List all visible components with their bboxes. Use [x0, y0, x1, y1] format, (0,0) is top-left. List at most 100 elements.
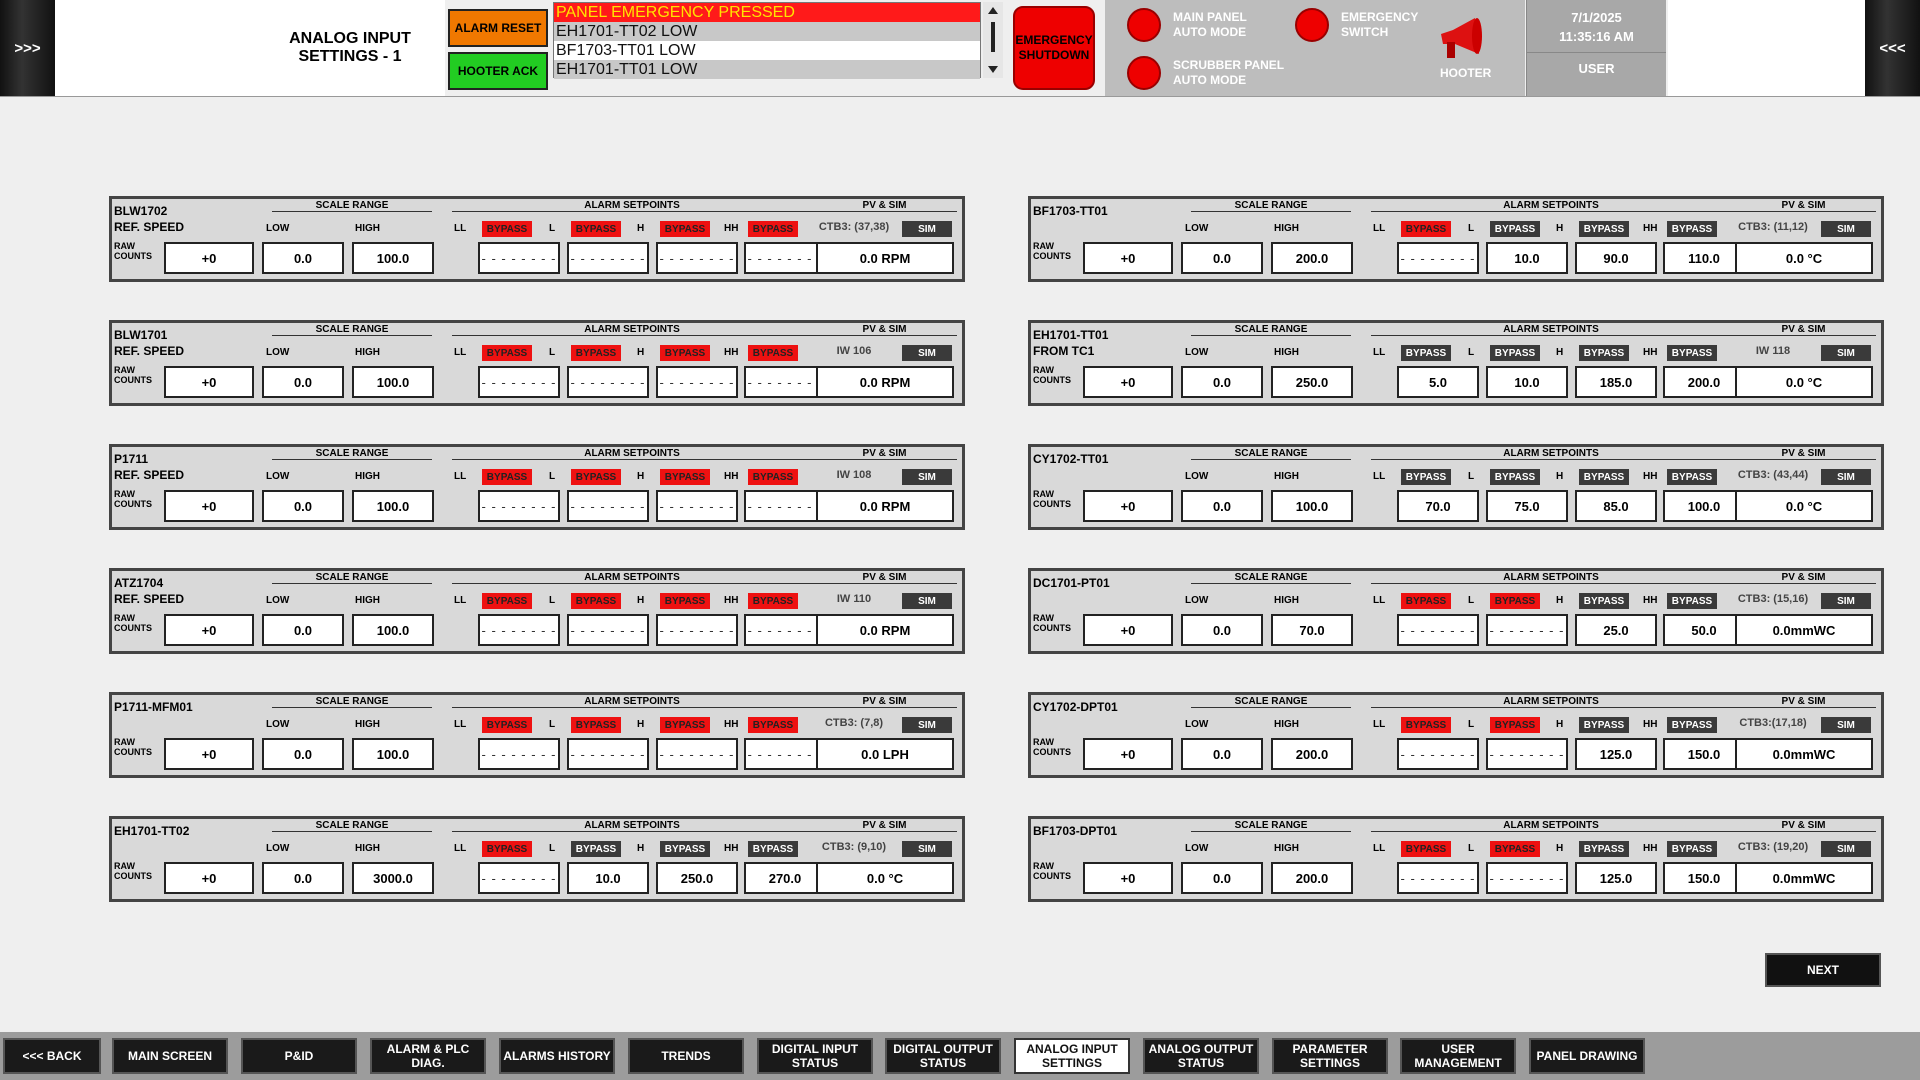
bypass-h-button[interactable]: BYPASS	[1579, 469, 1629, 485]
bypass-h-button[interactable]: BYPASS	[660, 717, 710, 733]
bypass-l-button[interactable]: BYPASS	[1490, 469, 1540, 485]
bypass-hh-button[interactable]: BYPASS	[1667, 841, 1717, 857]
nav-left-button[interactable]: >>>	[0, 0, 55, 96]
scale-low-input[interactable]: 0.0	[262, 614, 344, 646]
setpoint-hh-input[interactable]: - - - - - - - -	[744, 738, 826, 770]
setpoint-h-input[interactable]: 250.0	[656, 862, 738, 894]
setpoint-l-input[interactable]: 10.0	[1486, 366, 1568, 398]
setpoint-l-input[interactable]: - - - - - - - -	[1486, 862, 1568, 894]
scale-low-input[interactable]: 0.0	[262, 862, 344, 894]
bypass-ll-button[interactable]: BYPASS	[482, 717, 532, 733]
setpoint-h-input[interactable]: 185.0	[1575, 366, 1657, 398]
bypass-h-button[interactable]: BYPASS	[1579, 345, 1629, 361]
sim-button[interactable]: SIM	[902, 345, 952, 361]
bypass-hh-button[interactable]: BYPASS	[748, 221, 798, 237]
setpoint-h-input[interactable]: - - - - - - - -	[656, 242, 738, 274]
setpoint-ll-input[interactable]: - - - - - - - -	[478, 862, 560, 894]
sim-button[interactable]: SIM	[1821, 593, 1871, 609]
bypass-l-button[interactable]: BYPASS	[571, 841, 621, 857]
bypass-hh-button[interactable]: BYPASS	[748, 717, 798, 733]
sim-button[interactable]: SIM	[1821, 717, 1871, 733]
setpoint-ll-input[interactable]: - - - - - - - -	[1397, 738, 1479, 770]
bypass-h-button[interactable]: BYPASS	[1579, 717, 1629, 733]
scale-low-input[interactable]: 0.0	[1181, 862, 1263, 894]
alarm-row[interactable]: EH1701-TT02 LOW	[554, 22, 980, 41]
alarm-list[interactable]: PANEL EMERGENCY PRESSED EH1701-TT02 LOW …	[553, 2, 981, 79]
scale-high-input[interactable]: 100.0	[352, 242, 434, 274]
scale-high-input[interactable]: 100.0	[1271, 490, 1353, 522]
scale-high-input[interactable]: 200.0	[1271, 738, 1353, 770]
setpoint-hh-input[interactable]: 270.0	[744, 862, 826, 894]
scale-high-input[interactable]: 100.0	[352, 490, 434, 522]
bypass-l-button[interactable]: BYPASS	[571, 593, 621, 609]
scale-low-input[interactable]: 0.0	[262, 738, 344, 770]
setpoint-hh-input[interactable]: 150.0	[1663, 738, 1745, 770]
bypass-ll-button[interactable]: BYPASS	[1401, 717, 1451, 733]
bypass-ll-button[interactable]: BYPASS	[1401, 841, 1451, 857]
footer-nav-button[interactable]: DIGITAL OUTPUT STATUS	[885, 1038, 1001, 1074]
setpoint-h-input[interactable]: 125.0	[1575, 738, 1657, 770]
bypass-ll-button[interactable]: BYPASS	[1401, 469, 1451, 485]
setpoint-hh-input[interactable]: - - - - - - - -	[744, 490, 826, 522]
scale-high-input[interactable]: 100.0	[352, 738, 434, 770]
scale-low-input[interactable]: 0.0	[1181, 366, 1263, 398]
alarm-reset-button[interactable]: ALARM RESET	[448, 9, 548, 47]
bypass-h-button[interactable]: BYPASS	[1579, 221, 1629, 237]
scale-high-input[interactable]: 200.0	[1271, 862, 1353, 894]
scale-low-input[interactable]: 0.0	[1181, 614, 1263, 646]
setpoint-l-input[interactable]: 10.0	[567, 862, 649, 894]
setpoint-l-input[interactable]: - - - - - - - -	[567, 614, 649, 646]
bypass-h-button[interactable]: BYPASS	[1579, 841, 1629, 857]
bypass-l-button[interactable]: BYPASS	[571, 469, 621, 485]
setpoint-ll-input[interactable]: - - - - - - - -	[1397, 242, 1479, 274]
bypass-ll-button[interactable]: BYPASS	[1401, 593, 1451, 609]
scale-high-input[interactable]: 100.0	[352, 614, 434, 646]
alarm-scrollbar[interactable]	[983, 2, 1003, 78]
setpoint-hh-input[interactable]: 200.0	[1663, 366, 1745, 398]
bypass-l-button[interactable]: BYPASS	[1490, 717, 1540, 733]
setpoint-hh-input[interactable]: 150.0	[1663, 862, 1745, 894]
setpoint-l-input[interactable]: - - - - - - - -	[567, 738, 649, 770]
sim-button[interactable]: SIM	[902, 841, 952, 857]
bypass-l-button[interactable]: BYPASS	[1490, 345, 1540, 361]
bypass-h-button[interactable]: BYPASS	[660, 345, 710, 361]
alarm-row[interactable]: BF1703-TT01 LOW	[554, 41, 980, 60]
bypass-h-button[interactable]: BYPASS	[660, 469, 710, 485]
scale-high-input[interactable]: 250.0	[1271, 366, 1353, 398]
bypass-l-button[interactable]: BYPASS	[571, 345, 621, 361]
setpoint-hh-input[interactable]: - - - - - - - -	[744, 242, 826, 274]
sim-button[interactable]: SIM	[902, 221, 952, 237]
setpoint-l-input[interactable]: - - - - - - - -	[567, 490, 649, 522]
alarm-row[interactable]: PANEL EMERGENCY PRESSED	[554, 3, 980, 22]
scale-low-input[interactable]: 0.0	[1181, 738, 1263, 770]
scale-low-input[interactable]: 0.0	[262, 242, 344, 274]
scale-low-input[interactable]: 0.0	[262, 490, 344, 522]
bypass-hh-button[interactable]: BYPASS	[1667, 469, 1717, 485]
sim-button[interactable]: SIM	[902, 469, 952, 485]
footer-nav-button[interactable]: ANALOG OUTPUT STATUS	[1143, 1038, 1259, 1074]
bypass-ll-button[interactable]: BYPASS	[482, 593, 532, 609]
bypass-ll-button[interactable]: BYPASS	[1401, 221, 1451, 237]
scale-low-input[interactable]: 0.0	[1181, 242, 1263, 274]
footer-nav-button[interactable]: ANALOG INPUT SETTINGS	[1014, 1038, 1130, 1074]
footer-nav-button[interactable]: USER MANAGEMENT	[1400, 1038, 1516, 1074]
bypass-l-button[interactable]: BYPASS	[1490, 841, 1540, 857]
bypass-hh-button[interactable]: BYPASS	[748, 469, 798, 485]
footer-nav-button[interactable]: DIGITAL INPUT STATUS	[757, 1038, 873, 1074]
sim-button[interactable]: SIM	[902, 717, 952, 733]
setpoint-hh-input[interactable]: - - - - - - - -	[744, 614, 826, 646]
bypass-hh-button[interactable]: BYPASS	[1667, 717, 1717, 733]
bypass-l-button[interactable]: BYPASS	[1490, 221, 1540, 237]
bypass-hh-button[interactable]: BYPASS	[748, 345, 798, 361]
setpoint-ll-input[interactable]: 5.0	[1397, 366, 1479, 398]
scale-high-input[interactable]: 100.0	[352, 366, 434, 398]
setpoint-hh-input[interactable]: 50.0	[1663, 614, 1745, 646]
setpoint-ll-input[interactable]: - - - - - - - -	[478, 614, 560, 646]
bypass-l-button[interactable]: BYPASS	[1490, 593, 1540, 609]
nav-right-button[interactable]: <<<	[1865, 0, 1920, 96]
setpoint-h-input[interactable]: 125.0	[1575, 862, 1657, 894]
bypass-hh-button[interactable]: BYPASS	[748, 593, 798, 609]
footer-nav-button[interactable]: <<< BACK	[3, 1038, 101, 1074]
bypass-hh-button[interactable]: BYPASS	[1667, 345, 1717, 361]
footer-nav-button[interactable]: TRENDS	[628, 1038, 744, 1074]
